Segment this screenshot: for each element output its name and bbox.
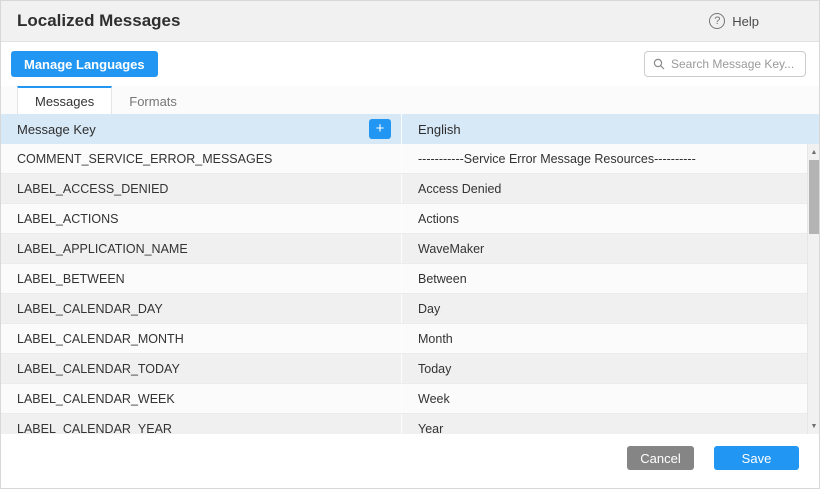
table-row[interactable]: LABEL_CALENDAR_MONTHMonth	[1, 324, 809, 354]
message-key-cell[interactable]: COMMENT_SERVICE_ERROR_MESSAGES	[1, 144, 401, 173]
english-value-cell[interactable]: Day	[401, 294, 809, 323]
table-row[interactable]: LABEL_CALENDAR_DAYDay	[1, 294, 809, 324]
table-row[interactable]: LABEL_CALENDAR_YEARYear	[1, 414, 809, 434]
scroll-up-icon[interactable]: ▲	[808, 145, 819, 159]
message-key-cell[interactable]: LABEL_CALENDAR_WEEK	[1, 384, 401, 413]
message-key-cell[interactable]: LABEL_ACTIONS	[1, 204, 401, 233]
english-value-cell[interactable]: Today	[401, 354, 809, 383]
plus-icon: +	[376, 120, 385, 138]
search-icon	[653, 58, 665, 70]
english-value-cell[interactable]: -----------Service Error Message Resourc…	[401, 144, 809, 173]
table-row[interactable]: LABEL_CALENDAR_WEEKWeek	[1, 384, 809, 414]
english-value-cell[interactable]: Month	[401, 324, 809, 353]
table-row[interactable]: COMMENT_SERVICE_ERROR_MESSAGES----------…	[1, 144, 809, 174]
message-key-cell[interactable]: LABEL_BETWEEN	[1, 264, 401, 293]
scrollbar-thumb[interactable]	[809, 160, 819, 234]
english-value-cell[interactable]: Actions	[401, 204, 809, 233]
table-row[interactable]: LABEL_ACCESS_DENIEDAccess Denied	[1, 174, 809, 204]
message-key-cell[interactable]: LABEL_CALENDAR_YEAR	[1, 414, 401, 434]
table-rows: COMMENT_SERVICE_ERROR_MESSAGES----------…	[1, 144, 809, 434]
localized-messages-dialog: Localized Messages ? Help Manage Languag…	[0, 0, 820, 489]
table-body: COMMENT_SERVICE_ERROR_MESSAGES----------…	[1, 144, 819, 434]
cancel-button[interactable]: Cancel	[627, 446, 694, 470]
search-input[interactable]	[671, 57, 797, 71]
message-key-cell[interactable]: LABEL_APPLICATION_NAME	[1, 234, 401, 263]
help-label: Help	[732, 14, 759, 29]
save-button[interactable]: Save	[714, 446, 799, 470]
english-value-cell[interactable]: Access Denied	[401, 174, 809, 203]
table-row[interactable]: LABEL_APPLICATION_NAMEWaveMaker	[1, 234, 809, 264]
scroll-down-icon[interactable]: ▼	[808, 419, 819, 433]
tab-bar: Messages Formats	[1, 86, 819, 114]
message-key-cell[interactable]: LABEL_CALENDAR_TODAY	[1, 354, 401, 383]
table-row[interactable]: LABEL_CALENDAR_TODAYToday	[1, 354, 809, 384]
title-bar: Localized Messages ? Help	[1, 1, 819, 42]
english-value-cell[interactable]: Year	[401, 414, 809, 434]
table-row[interactable]: LABEL_ACTIONSActions	[1, 204, 809, 234]
help-icon: ?	[709, 13, 725, 29]
message-key-cell[interactable]: LABEL_CALENDAR_MONTH	[1, 324, 401, 353]
table-header: Message Key + English	[1, 114, 819, 144]
english-value-cell[interactable]: WaveMaker	[401, 234, 809, 263]
footer-actions: Cancel Save	[627, 446, 799, 470]
tab-messages[interactable]: Messages	[17, 86, 112, 114]
message-key-cell[interactable]: LABEL_ACCESS_DENIED	[1, 174, 401, 203]
column-header-english: English	[401, 114, 819, 144]
column-header-message-key: Message Key +	[1, 114, 401, 144]
manage-languages-button[interactable]: Manage Languages	[11, 51, 158, 77]
toolbar: Manage Languages	[1, 42, 819, 86]
english-value-cell[interactable]: Week	[401, 384, 809, 413]
message-key-cell[interactable]: LABEL_CALENDAR_DAY	[1, 294, 401, 323]
page-title: Localized Messages	[17, 11, 180, 31]
table-row[interactable]: LABEL_BETWEENBetween	[1, 264, 809, 294]
add-message-key-button[interactable]: +	[369, 119, 391, 139]
search-box[interactable]	[644, 51, 806, 77]
tab-formats[interactable]: Formats	[112, 86, 194, 114]
english-value-cell[interactable]: Between	[401, 264, 809, 293]
vertical-scrollbar[interactable]: ▲ ▼	[807, 144, 819, 434]
help-button[interactable]: ? Help	[709, 13, 759, 29]
message-key-column-label: Message Key	[17, 122, 96, 137]
english-column-label: English	[418, 122, 461, 137]
